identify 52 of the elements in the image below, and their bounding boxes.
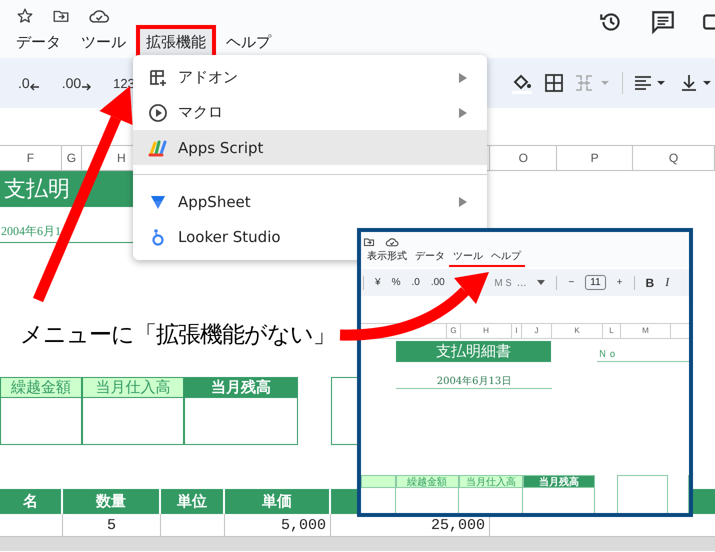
annotation-text: メニューに「拡張機能がない」: [20, 321, 335, 350]
column-header[interactable]: Q: [633, 146, 715, 170]
column-header: G: [447, 324, 461, 338]
menu-item[interactable]: データ: [6, 25, 71, 59]
column-header: H: [461, 324, 512, 338]
menu-item[interactable]: Apps Script: [133, 130, 487, 165]
column-header: K: [552, 324, 603, 338]
column-header[interactable]: F: [0, 146, 62, 170]
increase-decimal-label: .00: [430, 277, 445, 288]
title-cell: 支払明: [0, 171, 133, 207]
table-header-cell: 単価: [225, 489, 331, 514]
table-header-cell: 数量: [63, 489, 161, 514]
column-header: M: [621, 324, 671, 338]
column-header[interactable]: O: [490, 146, 558, 170]
table-header-cell: 単位: [161, 489, 225, 514]
column-header: J: [522, 324, 552, 338]
menu-item[interactable]: アドオン: [133, 60, 487, 95]
table-header-cell: 当月残高: [522, 475, 595, 488]
column-header: I: [512, 324, 522, 338]
bold-label: B: [646, 276, 654, 290]
column-header: L: [603, 324, 621, 338]
date-cell: 2004年6月13日: [396, 374, 552, 390]
menu-item-label: AppSheet: [178, 192, 251, 210]
column-header[interactable]: G: [62, 146, 82, 170]
menu-item-label: マクロ: [178, 103, 223, 122]
percent-label: %: [392, 277, 400, 288]
table-header-cell: 当月仕入高: [458, 475, 523, 488]
table-header-cell: 繰越金額: [396, 475, 459, 488]
table-header-cell: 当月残高: [184, 377, 298, 398]
increase-decimal-button[interactable]: .00: [56, 71, 98, 95]
table-header-cell: 当月仕入高: [82, 377, 184, 398]
font-name-label: ＭＳ ...: [494, 276, 526, 290]
plus-label: +: [616, 277, 623, 288]
menu-item[interactable]: ヘルプ: [216, 25, 281, 59]
title-cell: 支払明細書: [396, 341, 552, 362]
menu-item[interactable]: AppSheet: [133, 174, 487, 219]
table-header-cell: 名: [0, 489, 63, 514]
menu-item[interactable]: Looker Studio: [133, 219, 287, 254]
table-header-cell: 繰越金額: [0, 377, 82, 398]
decrease-decimal-button[interactable]: .0: [12, 71, 46, 95]
menu-item-label: Looker Studio: [178, 228, 281, 246]
menu-item[interactable]: ツール: [71, 25, 136, 59]
font-size-field: 11: [585, 275, 606, 290]
number-label: Ｎｏ: [597, 347, 689, 362]
menu-item-label: アドオン: [178, 68, 238, 87]
italic-label: I: [665, 275, 670, 290]
minus-label: −: [568, 277, 574, 288]
decrease-decimal-label: .0: [411, 277, 420, 288]
menu-item-label: Apps Script: [178, 138, 264, 156]
currency-label: ¥: [375, 277, 381, 288]
column-header[interactable]: P: [557, 146, 634, 170]
menu-item[interactable]: マクロ: [133, 95, 487, 130]
